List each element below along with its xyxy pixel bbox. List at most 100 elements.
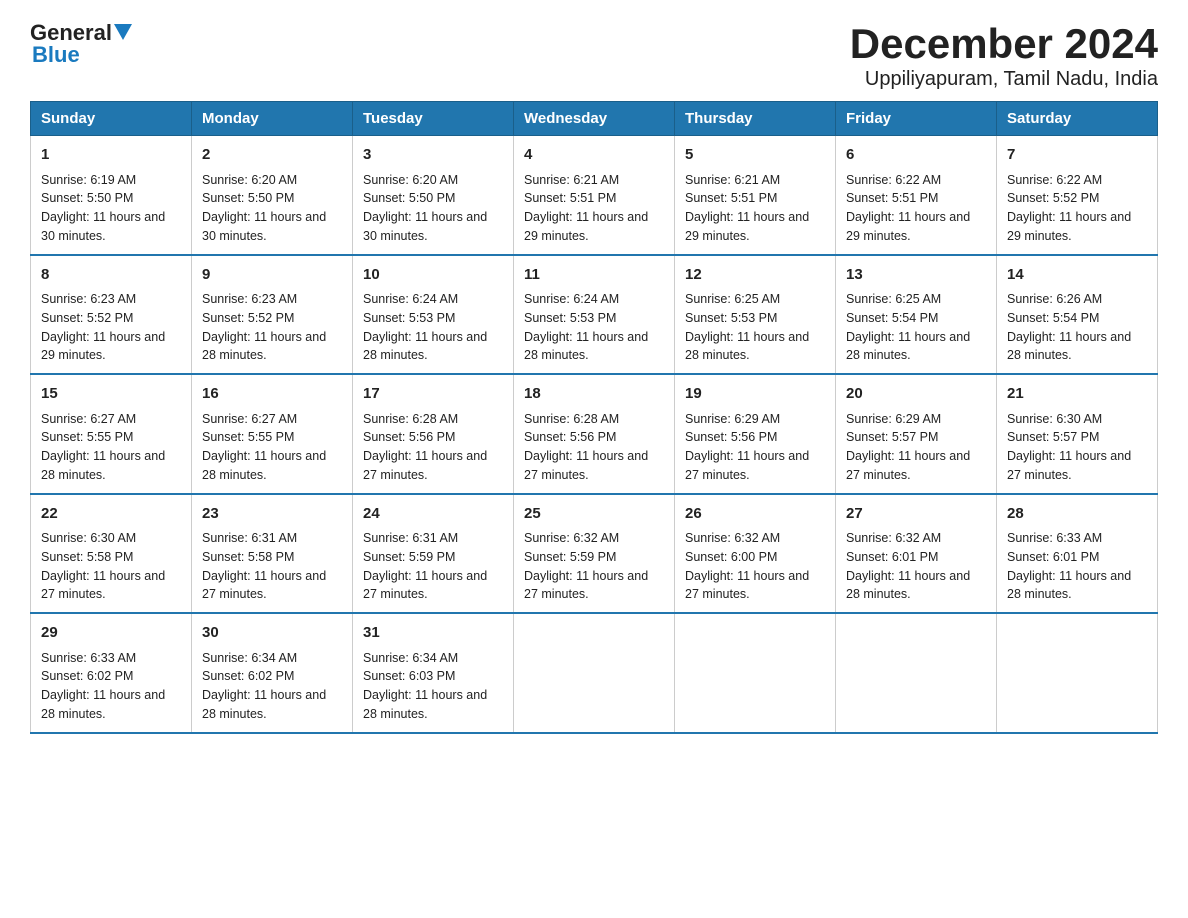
calendar-day-cell: 10 Sunrise: 6:24 AMSunset: 5:53 PMDaylig…: [353, 255, 514, 375]
day-number: 14: [1007, 264, 1147, 287]
day-info: Sunrise: 6:25 AMSunset: 5:53 PMDaylight:…: [685, 290, 825, 365]
day-info: Sunrise: 6:21 AMSunset: 5:51 PMDaylight:…: [685, 171, 825, 246]
day-info: Sunrise: 6:29 AMSunset: 5:56 PMDaylight:…: [685, 410, 825, 485]
day-info: Sunrise: 6:34 AMSunset: 6:02 PMDaylight:…: [202, 649, 342, 724]
calendar-day-cell: 11 Sunrise: 6:24 AMSunset: 5:53 PMDaylig…: [514, 255, 675, 375]
day-info: Sunrise: 6:33 AMSunset: 6:02 PMDaylight:…: [41, 649, 181, 724]
calendar-title: December 2024: [850, 20, 1158, 68]
day-number: 8: [41, 264, 181, 287]
day-info: Sunrise: 6:27 AMSunset: 5:55 PMDaylight:…: [41, 410, 181, 485]
day-number: 9: [202, 264, 342, 287]
logo-text-blue: Blue: [32, 42, 80, 67]
day-number: 18: [524, 383, 664, 406]
day-info: Sunrise: 6:33 AMSunset: 6:01 PMDaylight:…: [1007, 529, 1147, 604]
day-number: 31: [363, 622, 503, 645]
day-info: Sunrise: 6:27 AMSunset: 5:55 PMDaylight:…: [202, 410, 342, 485]
calendar-day-cell: 20 Sunrise: 6:29 AMSunset: 5:57 PMDaylig…: [836, 374, 997, 494]
day-number: 25: [524, 503, 664, 526]
day-number: 16: [202, 383, 342, 406]
logo-triangle-icon: [114, 24, 132, 40]
calendar-day-cell: 15 Sunrise: 6:27 AMSunset: 5:55 PMDaylig…: [31, 374, 192, 494]
calendar-day-cell: [675, 613, 836, 733]
weekday-header: Tuesday: [353, 102, 514, 136]
day-number: 13: [846, 264, 986, 287]
calendar-day-cell: 31 Sunrise: 6:34 AMSunset: 6:03 PMDaylig…: [353, 613, 514, 733]
day-info: Sunrise: 6:34 AMSunset: 6:03 PMDaylight:…: [363, 649, 503, 724]
day-number: 22: [41, 503, 181, 526]
day-number: 27: [846, 503, 986, 526]
day-number: 7: [1007, 144, 1147, 167]
calendar-day-cell: 16 Sunrise: 6:27 AMSunset: 5:55 PMDaylig…: [192, 374, 353, 494]
day-info: Sunrise: 6:28 AMSunset: 5:56 PMDaylight:…: [363, 410, 503, 485]
day-info: Sunrise: 6:32 AMSunset: 6:00 PMDaylight:…: [685, 529, 825, 604]
day-info: Sunrise: 6:26 AMSunset: 5:54 PMDaylight:…: [1007, 290, 1147, 365]
calendar-table: SundayMondayTuesdayWednesdayThursdayFrid…: [30, 101, 1158, 734]
calendar-day-cell: 4 Sunrise: 6:21 AMSunset: 5:51 PMDayligh…: [514, 136, 675, 255]
day-info: Sunrise: 6:29 AMSunset: 5:57 PMDaylight:…: [846, 410, 986, 485]
calendar-day-cell: 28 Sunrise: 6:33 AMSunset: 6:01 PMDaylig…: [997, 494, 1158, 614]
day-info: Sunrise: 6:20 AMSunset: 5:50 PMDaylight:…: [363, 171, 503, 246]
calendar-day-cell: 2 Sunrise: 6:20 AMSunset: 5:50 PMDayligh…: [192, 136, 353, 255]
calendar-day-cell: 19 Sunrise: 6:29 AMSunset: 5:56 PMDaylig…: [675, 374, 836, 494]
day-number: 5: [685, 144, 825, 167]
day-number: 10: [363, 264, 503, 287]
day-number: 4: [524, 144, 664, 167]
day-info: Sunrise: 6:23 AMSunset: 5:52 PMDaylight:…: [202, 290, 342, 365]
calendar-day-cell: [997, 613, 1158, 733]
day-info: Sunrise: 6:30 AMSunset: 5:57 PMDaylight:…: [1007, 410, 1147, 485]
calendar-week-row: 29 Sunrise: 6:33 AMSunset: 6:02 PMDaylig…: [31, 613, 1158, 733]
day-number: 6: [846, 144, 986, 167]
calendar-day-cell: [836, 613, 997, 733]
day-info: Sunrise: 6:24 AMSunset: 5:53 PMDaylight:…: [524, 290, 664, 365]
calendar-day-cell: 1 Sunrise: 6:19 AMSunset: 5:50 PMDayligh…: [31, 136, 192, 255]
day-info: Sunrise: 6:22 AMSunset: 5:51 PMDaylight:…: [846, 171, 986, 246]
calendar-day-cell: 5 Sunrise: 6:21 AMSunset: 5:51 PMDayligh…: [675, 136, 836, 255]
weekday-header: Monday: [192, 102, 353, 136]
day-number: 2: [202, 144, 342, 167]
calendar-day-cell: 29 Sunrise: 6:33 AMSunset: 6:02 PMDaylig…: [31, 613, 192, 733]
day-info: Sunrise: 6:32 AMSunset: 5:59 PMDaylight:…: [524, 529, 664, 604]
calendar-day-cell: 22 Sunrise: 6:30 AMSunset: 5:58 PMDaylig…: [31, 494, 192, 614]
calendar-week-row: 1 Sunrise: 6:19 AMSunset: 5:50 PMDayligh…: [31, 136, 1158, 255]
calendar-week-row: 22 Sunrise: 6:30 AMSunset: 5:58 PMDaylig…: [31, 494, 1158, 614]
calendar-day-cell: 14 Sunrise: 6:26 AMSunset: 5:54 PMDaylig…: [997, 255, 1158, 375]
weekday-header: Friday: [836, 102, 997, 136]
logo: General Blue: [30, 20, 132, 68]
calendar-day-cell: 25 Sunrise: 6:32 AMSunset: 5:59 PMDaylig…: [514, 494, 675, 614]
calendar-day-cell: 30 Sunrise: 6:34 AMSunset: 6:02 PMDaylig…: [192, 613, 353, 733]
calendar-day-cell: 24 Sunrise: 6:31 AMSunset: 5:59 PMDaylig…: [353, 494, 514, 614]
calendar-day-cell: 23 Sunrise: 6:31 AMSunset: 5:58 PMDaylig…: [192, 494, 353, 614]
calendar-day-cell: 21 Sunrise: 6:30 AMSunset: 5:57 PMDaylig…: [997, 374, 1158, 494]
day-info: Sunrise: 6:19 AMSunset: 5:50 PMDaylight:…: [41, 171, 181, 246]
day-info: Sunrise: 6:31 AMSunset: 5:59 PMDaylight:…: [363, 529, 503, 604]
day-number: 15: [41, 383, 181, 406]
calendar-header-row: SundayMondayTuesdayWednesdayThursdayFrid…: [31, 102, 1158, 136]
day-info: Sunrise: 6:25 AMSunset: 5:54 PMDaylight:…: [846, 290, 986, 365]
calendar-subtitle: Uppiliyapuram, Tamil Nadu, India: [850, 68, 1158, 91]
calendar-day-cell: 18 Sunrise: 6:28 AMSunset: 5:56 PMDaylig…: [514, 374, 675, 494]
calendar-day-cell: 17 Sunrise: 6:28 AMSunset: 5:56 PMDaylig…: [353, 374, 514, 494]
calendar-day-cell: 9 Sunrise: 6:23 AMSunset: 5:52 PMDayligh…: [192, 255, 353, 375]
day-info: Sunrise: 6:32 AMSunset: 6:01 PMDaylight:…: [846, 529, 986, 604]
day-number: 3: [363, 144, 503, 167]
calendar-week-row: 8 Sunrise: 6:23 AMSunset: 5:52 PMDayligh…: [31, 255, 1158, 375]
calendar-day-cell: 3 Sunrise: 6:20 AMSunset: 5:50 PMDayligh…: [353, 136, 514, 255]
weekday-header: Saturday: [997, 102, 1158, 136]
day-number: 29: [41, 622, 181, 645]
calendar-day-cell: 12 Sunrise: 6:25 AMSunset: 5:53 PMDaylig…: [675, 255, 836, 375]
weekday-header: Sunday: [31, 102, 192, 136]
day-number: 20: [846, 383, 986, 406]
calendar-day-cell: 6 Sunrise: 6:22 AMSunset: 5:51 PMDayligh…: [836, 136, 997, 255]
day-number: 21: [1007, 383, 1147, 406]
day-info: Sunrise: 6:31 AMSunset: 5:58 PMDaylight:…: [202, 529, 342, 604]
day-info: Sunrise: 6:28 AMSunset: 5:56 PMDaylight:…: [524, 410, 664, 485]
calendar-day-cell: 8 Sunrise: 6:23 AMSunset: 5:52 PMDayligh…: [31, 255, 192, 375]
calendar-day-cell: 7 Sunrise: 6:22 AMSunset: 5:52 PMDayligh…: [997, 136, 1158, 255]
day-info: Sunrise: 6:30 AMSunset: 5:58 PMDaylight:…: [41, 529, 181, 604]
weekday-header: Thursday: [675, 102, 836, 136]
day-number: 12: [685, 264, 825, 287]
calendar-day-cell: 13 Sunrise: 6:25 AMSunset: 5:54 PMDaylig…: [836, 255, 997, 375]
day-number: 26: [685, 503, 825, 526]
day-number: 1: [41, 144, 181, 167]
day-number: 19: [685, 383, 825, 406]
